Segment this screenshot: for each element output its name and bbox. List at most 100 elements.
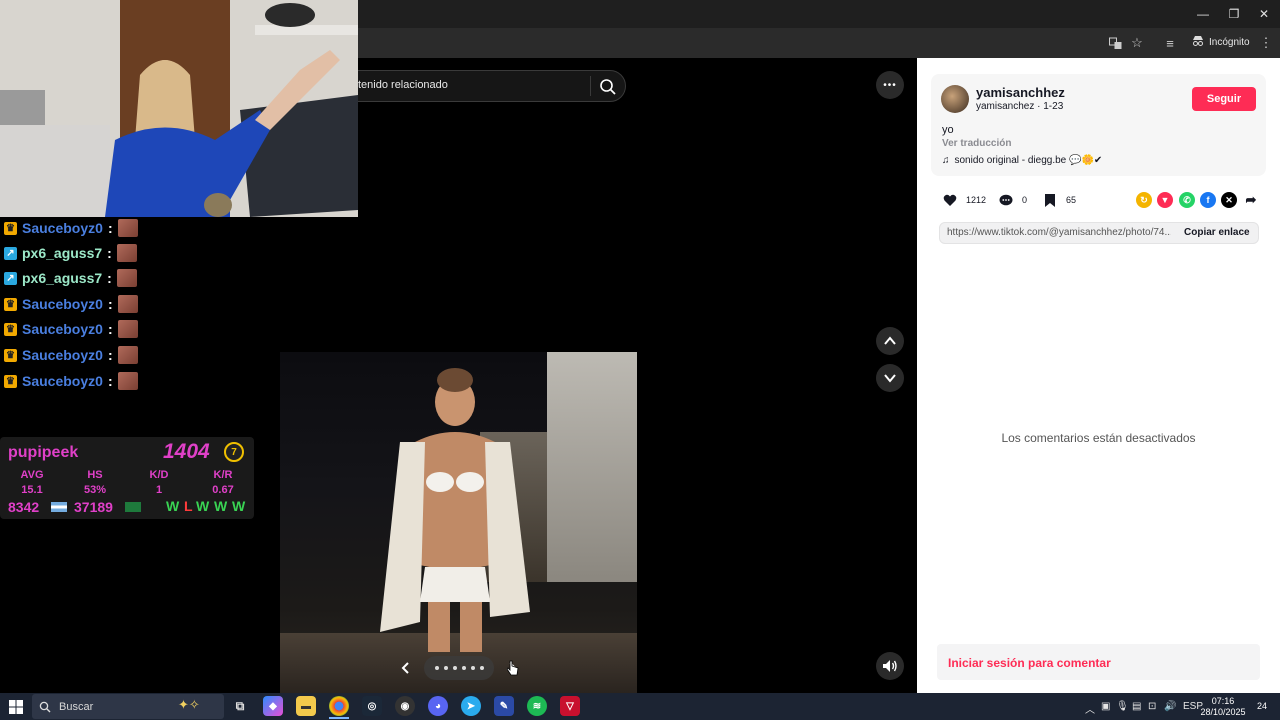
match-result: L <box>184 498 193 514</box>
carousel-indicator[interactable] <box>424 656 494 680</box>
chat-colon: : <box>107 321 113 337</box>
tray-app-icon[interactable]: ▣ <box>1101 701 1110 712</box>
post-photo[interactable] <box>280 352 637 693</box>
chat-emote-icon <box>117 372 138 390</box>
share-arrow-icon[interactable]: ➦ <box>1243 192 1259 208</box>
windows-start-icon[interactable] <box>0 693 32 720</box>
argentina-flag-icon <box>51 502 67 512</box>
facebook-icon[interactable]: f <box>1200 192 1216 208</box>
match-result: W <box>214 498 228 514</box>
clock-time: 07:16 <box>1211 696 1235 706</box>
carousel-dot[interactable] <box>470 666 475 670</box>
region-rank: 37189 <box>74 499 113 515</box>
tray-display-icon[interactable]: ▤ <box>1132 701 1141 712</box>
active-app-indicator <box>329 717 349 719</box>
comment-count: 0 <box>1022 195 1028 205</box>
chat-message: ↗ px6_aguss7: <box>4 242 137 264</box>
bookmark-star-icon[interactable]: ☆ <box>1126 32 1148 54</box>
incognito-indicator[interactable]: Incógnito <box>1186 32 1256 52</box>
save-count: 65 <box>1066 195 1077 205</box>
close-icon[interactable]: ✕ <box>1241 0 1280 28</box>
spotify-icon[interactable]: ≋ <box>527 696 547 716</box>
sound-label: sonido original - diegg.be 💬🌼✔ <box>954 155 1103 166</box>
like-button[interactable]: 1212 <box>942 192 986 208</box>
chat-username[interactable]: px6_aguss7 <box>22 270 102 286</box>
microphone-icon[interactable]: 🎙 <box>1116 701 1129 712</box>
vanguard-icon[interactable]: ▽ <box>560 696 580 716</box>
streamer-webcam <box>0 0 358 217</box>
volume-button[interactable] <box>876 652 904 680</box>
comment-bubble-icon <box>998 192 1014 208</box>
more-options-button[interactable]: ••• <box>876 71 904 99</box>
stat-header: HS <box>87 469 103 481</box>
follow-button[interactable]: Seguir <box>1192 87 1256 111</box>
browser-menu-icon[interactable]: ⋮ <box>1255 32 1277 54</box>
whatsapp-icon[interactable]: ✆ <box>1179 192 1195 208</box>
volume-icon[interactable]: 🔊 <box>1164 701 1176 712</box>
obs-icon[interactable]: ◉ <box>395 696 415 716</box>
notification-center-icon[interactable]: 24 <box>1252 697 1272 715</box>
crown-badge-icon: ♛ <box>4 322 17 336</box>
post-link-text: https://www.tiktok.com/@yamisanchhez/pho… <box>947 227 1171 238</box>
taskbar-clock[interactable]: 07:16 28/10/2025 <box>1200 696 1246 718</box>
chat-username[interactable]: Sauceboyz0 <box>22 220 103 236</box>
chat-username[interactable]: Sauceboyz0 <box>22 296 103 312</box>
chat-colon: : <box>107 220 113 236</box>
app-icon[interactable]: ✎ <box>494 696 514 716</box>
region-flag-icon <box>125 502 141 512</box>
sound-link[interactable]: ♫ sonido original - diegg.be 💬🌼✔ <box>942 155 1102 166</box>
chevron-left-icon <box>401 662 409 674</box>
search-icon[interactable] <box>598 77 618 97</box>
carousel-dot[interactable] <box>434 666 439 670</box>
carousel-dot[interactable] <box>479 666 484 670</box>
carousel-dot[interactable] <box>443 666 448 670</box>
previous-video-button[interactable] <box>876 327 904 355</box>
music-note-icon: ♫ <box>942 155 950 166</box>
stat-header: K/R <box>213 469 233 481</box>
crown-badge-icon: ♛ <box>4 374 17 388</box>
avatar[interactable] <box>941 85 969 113</box>
chat-message: ♛ Sauceboyz0: <box>4 318 138 340</box>
discord-icon[interactable]: ◕ <box>428 696 448 716</box>
carousel-prev-button[interactable] <box>392 654 420 682</box>
carousel-dot[interactable] <box>461 666 466 670</box>
repost-icon[interactable]: ↻ <box>1136 192 1152 208</box>
next-video-button[interactable] <box>876 364 904 392</box>
notification-count: 24 <box>1256 701 1267 711</box>
chat-username[interactable]: Sauceboyz0 <box>22 321 103 337</box>
steam-icon[interactable]: ◎ <box>362 696 382 716</box>
carousel-dot[interactable] <box>452 666 457 670</box>
comment-button[interactable]: 0 <box>998 192 1027 208</box>
chat-username[interactable]: Sauceboyz0 <box>22 347 103 363</box>
tray-expand-icon[interactable]: ︿ <box>1085 701 1095 716</box>
login-to-comment-link[interactable]: Iniciar sesión para comentar <box>948 656 1111 670</box>
crown-badge-icon: ♛ <box>4 297 17 311</box>
file-explorer-icon[interactable]: ▬ <box>296 696 316 716</box>
chat-colon: : <box>107 296 113 312</box>
task-view-icon[interactable]: ⧉ <box>230 696 250 716</box>
network-icon[interactable]: ⊡ <box>1148 701 1156 712</box>
level-badge: 7 <box>224 442 244 462</box>
reading-list-icon[interactable]: ≡ <box>1159 32 1181 54</box>
save-button[interactable]: 65 <box>1042 192 1076 208</box>
stat-value: 1 <box>155 484 163 496</box>
chevron-down-icon <box>884 374 896 383</box>
chat-username[interactable]: px6_aguss7 <box>22 245 102 261</box>
incognito-label: Incógnito <box>1209 36 1250 48</box>
send-icon[interactable]: ▼ <box>1157 192 1173 208</box>
x-icon[interactable]: ✕ <box>1221 192 1237 208</box>
copy-link-button[interactable]: Copiar enlace <box>1184 227 1250 238</box>
comments-disabled-message: Los comentarios están desactivados <box>1001 431 1196 445</box>
chat-emote-icon <box>116 244 137 262</box>
translate-icon[interactable] <box>1104 32 1126 54</box>
match-result: W <box>232 498 246 514</box>
chat-username[interactable]: Sauceboyz0 <box>22 373 103 389</box>
copilot-icon[interactable]: ◆ <box>263 696 283 716</box>
telegram-icon[interactable]: ➤ <box>461 696 481 716</box>
chat-emote-icon <box>117 295 138 313</box>
chrome-icon[interactable] <box>329 696 349 716</box>
crown-badge-icon: ♛ <box>4 348 17 362</box>
search-divider <box>590 76 591 96</box>
see-translation-link[interactable]: Ver traducción <box>942 138 1011 149</box>
author-username[interactable]: yamisanchhez <box>976 85 1065 100</box>
